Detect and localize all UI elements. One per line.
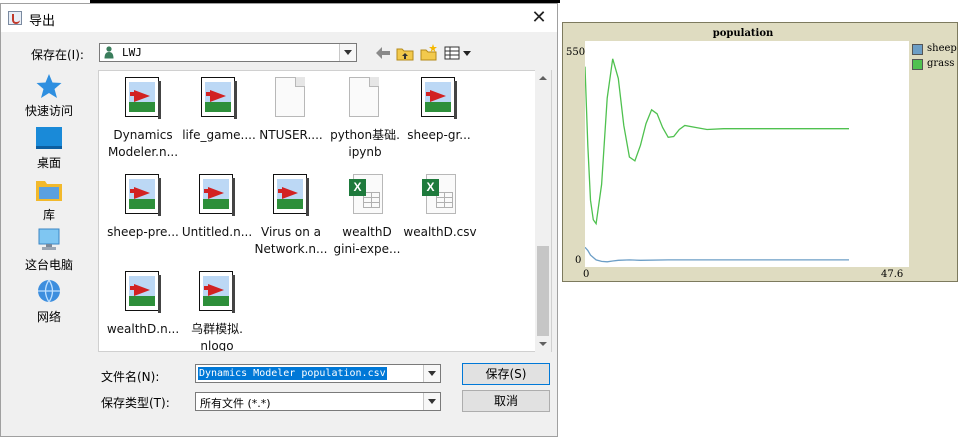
file-item[interactable]: NTUSER.... — [253, 77, 329, 144]
legend-swatch-grass — [912, 59, 923, 70]
file-item[interactable]: X wealthD.csv — [402, 174, 478, 241]
new-folder-icon[interactable] — [419, 43, 439, 63]
nav-network[interactable]: 网络 — [19, 278, 79, 325]
plot-title: population — [712, 28, 774, 39]
filetype-value: 所有文件 (*.*) — [200, 397, 271, 410]
export-dialog: 导出 ✕ 保存在(I): LWJ 快速访问 桌面 库 这台电脑 网络 Dynam… — [0, 3, 558, 437]
file-name: wealthD gini-expe... — [333, 225, 401, 256]
netlogo-file-icon — [273, 174, 309, 218]
computer-icon — [38, 228, 60, 250]
y-min-label: 0 — [575, 255, 582, 266]
network-icon — [38, 279, 60, 303]
population-plot[interactable]: population 550 0 0 47.6 sheep grass — [562, 22, 958, 282]
blank-file-icon — [347, 77, 383, 121]
filename-combo[interactable]: Dynamics Modeler population.csv — [195, 364, 441, 383]
java-app-icon — [8, 11, 22, 25]
netlogo-file-icon — [125, 271, 161, 315]
nav-desktop[interactable]: 桌面 — [19, 124, 79, 171]
x-max-label: 47.6 — [881, 269, 904, 280]
file-item[interactable]: Virus on a Network.n... — [253, 174, 329, 258]
netlogo-file-icon — [125, 77, 161, 121]
chevron-down-icon[interactable] — [339, 44, 356, 61]
nav-library[interactable]: 库 — [19, 176, 79, 223]
library-icon — [36, 181, 62, 201]
nav-this-pc[interactable]: 这台电脑 — [19, 226, 79, 273]
file-name: python基础. ipynb — [330, 128, 400, 159]
file-name: sheep-pre... — [107, 225, 179, 239]
netlogo-file-icon — [125, 174, 161, 218]
series-line-sheep — [584, 246, 849, 263]
netlogo-file-icon — [201, 77, 237, 121]
file-name: Dynamics Modeler.n... — [107, 128, 179, 159]
filetype-combo[interactable]: 所有文件 (*.*) — [195, 392, 441, 411]
blank-file-icon — [273, 77, 309, 121]
file-item[interactable]: sheep-gr... — [401, 77, 477, 144]
look-in-label: 保存在(I): — [31, 48, 84, 62]
dialog-title: 导出 — [29, 14, 56, 29]
chevron-down-icon[interactable] — [423, 365, 440, 382]
excel-file-icon: X — [349, 174, 385, 218]
file-name: life_game.... — [182, 128, 256, 142]
file-name: NTUSER.... — [259, 128, 323, 142]
file-item[interactable]: life_game.... — [181, 77, 257, 144]
file-item[interactable]: python基础. ipynb — [327, 77, 403, 161]
file-name: Untitled.n... — [181, 225, 253, 239]
star-icon — [36, 74, 62, 98]
file-list[interactable]: Dynamics Modeler.n... life_game.... NTUS… — [98, 70, 552, 352]
desktop-icon — [36, 127, 62, 149]
plot-canvas — [584, 58, 849, 263]
file-item[interactable]: Dynamics Modeler.n... — [105, 77, 181, 161]
dialog-titlebar[interactable]: 导出 ✕ — [1, 4, 557, 32]
scroll-down-icon[interactable] — [539, 342, 547, 346]
nav-label: 桌面 — [36, 156, 61, 170]
file-name: wealthD.n... — [106, 322, 180, 336]
plot-area — [584, 41, 909, 267]
series-line-grass — [584, 58, 849, 226]
legend-label: sheep — [927, 43, 957, 54]
file-name: Virus on a Network.n... — [254, 225, 328, 256]
file-item[interactable]: wealthD.n... — [105, 271, 181, 338]
netlogo-file-icon — [199, 271, 235, 315]
chevron-down-icon[interactable] — [423, 393, 440, 410]
nav-label: 网络 — [36, 310, 61, 324]
view-menu-icon[interactable] — [443, 43, 473, 63]
file-list-scrollbar[interactable] — [535, 70, 551, 352]
nav-label: 库 — [42, 208, 55, 222]
scroll-up-icon[interactable] — [539, 76, 547, 80]
save-button[interactable]: 保存(S) — [462, 363, 550, 385]
y-max-label: 550 — [566, 47, 586, 58]
file-name: wealthD.csv — [403, 225, 477, 239]
close-button[interactable]: ✕ — [529, 8, 549, 28]
look-in-combo[interactable]: LWJ — [99, 43, 357, 62]
file-item[interactable]: 乌群模拟. nlogo — [179, 271, 255, 352]
filename-label: 文件名(N): — [101, 370, 160, 384]
nav-label: 这台电脑 — [24, 258, 73, 272]
scroll-thumb[interactable] — [537, 246, 549, 336]
excel-file-icon: X — [422, 174, 458, 218]
nav-label: 快速访问 — [24, 104, 73, 118]
user-folder-icon — [104, 46, 114, 59]
back-arrow-icon[interactable] — [373, 43, 393, 63]
file-item[interactable]: sheep-pre... — [105, 174, 181, 241]
file-name: sheep-gr... — [407, 128, 471, 142]
filename-input[interactable]: Dynamics Modeler population.csv — [198, 367, 387, 380]
legend-swatch-sheep — [912, 44, 923, 55]
nav-quick-access[interactable]: 快速访问 — [19, 72, 79, 119]
legend-label: grass — [927, 58, 955, 69]
up-folder-icon[interactable] — [395, 43, 415, 63]
look-in-value: LWJ — [122, 46, 142, 59]
cancel-button[interactable]: 取消 — [462, 390, 550, 412]
filetype-label: 保存类型(T): — [101, 396, 170, 410]
file-item[interactable]: Untitled.n... — [179, 174, 255, 241]
x-min-label: 0 — [583, 269, 590, 280]
file-name: 乌群模拟. nlogo — [191, 322, 243, 352]
file-item[interactable]: X wealthD gini-expe... — [329, 174, 405, 258]
netlogo-file-icon — [199, 174, 235, 218]
netlogo-file-icon — [421, 77, 457, 121]
